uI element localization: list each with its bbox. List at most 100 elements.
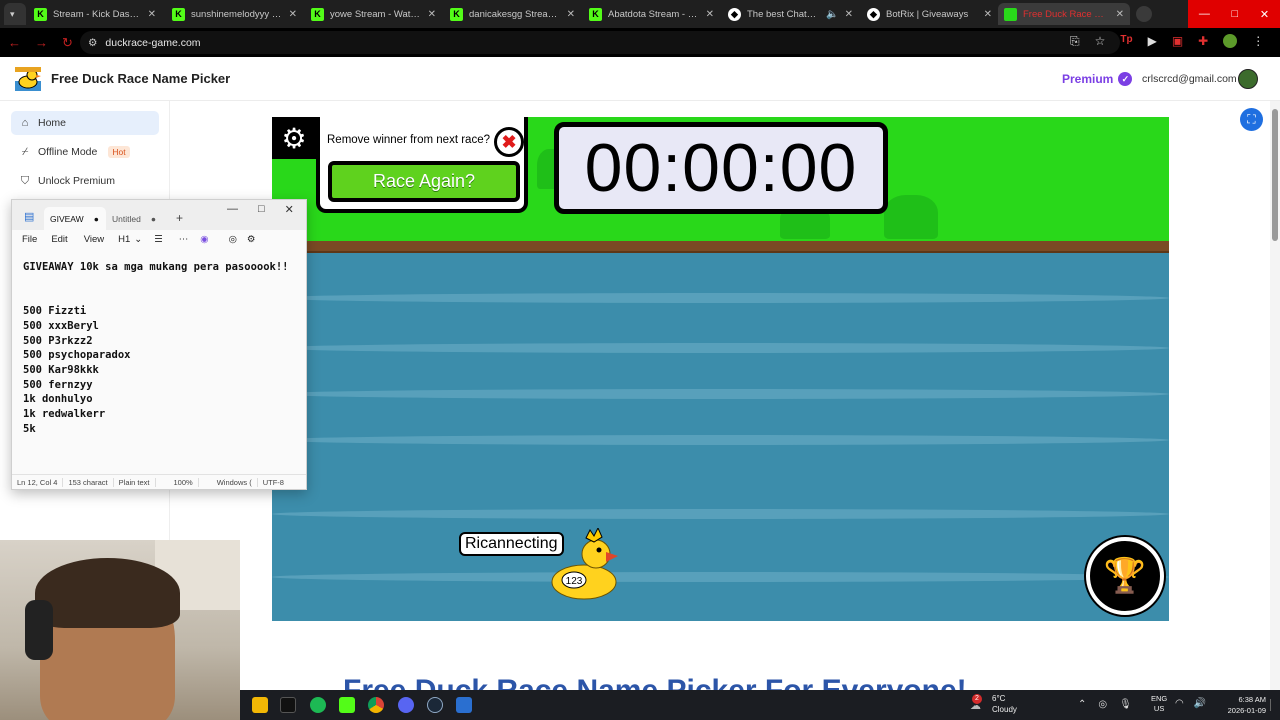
chrome-icon[interactable] bbox=[368, 697, 384, 713]
tab-kick-dashboard[interactable]: K Stream - Kick Dashboard ✕ bbox=[28, 3, 162, 25]
kick-icon[interactable] bbox=[339, 697, 355, 713]
sidebar-item-unlock-premium[interactable]: ⛉ Unlock Premium bbox=[11, 169, 159, 193]
notepad-tab-title: Untitled bbox=[112, 213, 141, 224]
play-icon[interactable]: ▶ bbox=[1148, 34, 1157, 49]
close-icon[interactable]: ✕ bbox=[428, 9, 436, 20]
close-icon[interactable]: ✕ bbox=[984, 9, 992, 20]
notepad-tab-untitled[interactable]: Untitled ● bbox=[106, 207, 172, 230]
extension-puzzle-icon[interactable]: ✚ bbox=[1198, 34, 1208, 49]
chatbot-icon: ◆ bbox=[728, 7, 741, 21]
tab-actions-button[interactable]: ▾ bbox=[4, 3, 26, 25]
tab-chatbot[interactable]: ◆ The best ChatBot and 🔈 ✕ bbox=[722, 3, 859, 25]
extension-red-icon[interactable]: ▣ bbox=[1172, 34, 1183, 49]
water-wave bbox=[272, 435, 1169, 445]
tab-botrix[interactable]: ◆ BotRix | Giveaways ✕ bbox=[861, 3, 998, 25]
kick-icon: K bbox=[172, 7, 185, 21]
user-avatar[interactable] bbox=[1238, 69, 1258, 89]
discord-icon[interactable] bbox=[398, 697, 414, 713]
new-tab-button[interactable] bbox=[1136, 6, 1152, 22]
tab-title: yowe Stream - Watch Live bbox=[330, 8, 422, 20]
chevron-up-icon[interactable]: ⌃ bbox=[1078, 699, 1086, 710]
page-scrollbar[interactable] bbox=[1270, 101, 1280, 691]
unsaved-dot-icon[interactable]: ● bbox=[94, 214, 99, 224]
tab-duck-race[interactable]: Free Duck Race Name ✕ bbox=[998, 3, 1130, 25]
menu-edit[interactable]: Edit bbox=[51, 234, 67, 245]
tab-yowe[interactable]: K yowe Stream - Watch Live ✕ bbox=[305, 3, 442, 25]
address-bar[interactable]: ⚙ duckrace-game.com bbox=[80, 31, 1120, 54]
account-icon[interactable]: ◎ bbox=[229, 234, 237, 245]
close-icon[interactable]: ✕ bbox=[567, 9, 575, 20]
list-icon[interactable]: ☰ bbox=[154, 234, 163, 245]
settings-icon[interactable]: ⚙ bbox=[247, 234, 256, 245]
race-again-button[interactable]: Race Again? bbox=[328, 161, 520, 202]
weather-widget[interactable]: 2 ☁ 6°C Cloudy bbox=[970, 693, 1017, 715]
time: 6:38 AM bbox=[1238, 695, 1266, 704]
user-email[interactable]: crlscrcd@gmail.com bbox=[1142, 73, 1237, 85]
scrollbar-thumb[interactable] bbox=[1272, 109, 1278, 241]
new-tab-plus-icon[interactable]: + bbox=[176, 211, 183, 225]
network-icon[interactable]: ◎ bbox=[1098, 699, 1107, 710]
clock[interactable]: 6:38 AM 2026-01-09 bbox=[1208, 694, 1266, 716]
steam-icon[interactable] bbox=[427, 697, 443, 713]
extension-tp-icon[interactable]: Tp bbox=[1120, 34, 1132, 49]
tiktok-icon[interactable] bbox=[280, 697, 296, 713]
install-app-icon[interactable]: ⎘ bbox=[1070, 34, 1080, 49]
language-indicator[interactable]: ENG US bbox=[1151, 694, 1167, 714]
minimize-icon[interactable]: — bbox=[1199, 8, 1210, 20]
trophy-icon[interactable]: 🏆 bbox=[1086, 537, 1164, 615]
menu-icon[interactable]: ⋮ bbox=[1252, 34, 1264, 49]
file-explorer-icon[interactable] bbox=[252, 697, 268, 713]
quick-settings[interactable]: ◠ 🔊 bbox=[1175, 698, 1206, 709]
close-icon[interactable]: ✕ bbox=[845, 9, 853, 20]
copilot-icon[interactable]: ◉ bbox=[200, 234, 208, 245]
chevron-down-icon[interactable]: ⌄ bbox=[134, 234, 142, 245]
tab-abatdota[interactable]: K Abatdota Stream - Watch ✕ bbox=[583, 3, 720, 25]
heading-dropdown[interactable]: H1 bbox=[118, 234, 130, 245]
microphone-icon[interactable]: 🎙 bbox=[1119, 699, 1132, 710]
kick-icon: K bbox=[589, 7, 602, 21]
maximize-icon[interactable]: □ bbox=[258, 203, 265, 216]
notepad-text-area[interactable]: GIVEAWAY 10k sa mga mukang pera pasooook… bbox=[23, 260, 289, 436]
weather-condition: Cloudy bbox=[992, 705, 1017, 714]
site-title[interactable]: Free Duck Race Name Picker bbox=[51, 71, 230, 86]
back-icon[interactable]: ← bbox=[8, 35, 21, 51]
headset bbox=[25, 600, 53, 660]
bookmark-star-icon[interactable]: ☆ bbox=[1095, 34, 1106, 49]
tab-danicakesgg[interactable]: K danicakesgg Stream - We ✕ bbox=[444, 3, 581, 25]
forward-icon[interactable]: → bbox=[35, 35, 48, 51]
kick-icon: K bbox=[311, 7, 324, 21]
close-window-icon[interactable]: ✕ bbox=[1260, 8, 1269, 21]
close-icon[interactable]: ✕ bbox=[148, 9, 156, 20]
close-icon[interactable]: ✕ bbox=[285, 203, 294, 216]
spotify-icon[interactable] bbox=[310, 697, 326, 713]
show-desktop-button[interactable] bbox=[1270, 699, 1278, 711]
site-info-icon[interactable]: ⚙ bbox=[88, 37, 97, 49]
premium-link[interactable]: Premium ✓ bbox=[1062, 72, 1133, 86]
minimize-icon[interactable]: — bbox=[227, 203, 238, 216]
menu-view[interactable]: View bbox=[84, 234, 104, 245]
river-bank bbox=[272, 241, 1169, 253]
kick-icon: K bbox=[34, 7, 47, 21]
more-icon[interactable]: ⋯ bbox=[179, 234, 189, 245]
reload-icon[interactable]: ↻ bbox=[62, 35, 73, 51]
close-icon[interactable]: ✕ bbox=[1116, 9, 1124, 20]
settings-gear-icon[interactable]: ⚙ bbox=[272, 117, 316, 159]
duck-race-game[interactable]: ⚙ Remove winner from next race? ✖ Race A… bbox=[272, 117, 1169, 621]
maximize-icon[interactable]: □ bbox=[1232, 8, 1239, 20]
close-icon[interactable]: ✕ bbox=[706, 9, 714, 20]
notepad-window[interactable]: ▤ GIVEAW ● Untitled ● + — □ ✕ File Edit … bbox=[11, 199, 307, 490]
notepad-tab-giveaw[interactable]: GIVEAW ● bbox=[44, 207, 106, 230]
duck-logo-icon[interactable] bbox=[15, 67, 41, 91]
notepad-taskbar-icon[interactable] bbox=[456, 697, 472, 713]
menu-file[interactable]: File bbox=[22, 234, 37, 245]
sidebar-item-home[interactable]: ⌂ Home bbox=[11, 111, 159, 135]
fullscreen-icon[interactable]: ⛶ bbox=[1240, 108, 1263, 131]
speaker-icon[interactable]: 🔈 bbox=[826, 9, 838, 20]
sidebar-item-offline-mode[interactable]: ⌿ Offline Mode Hot bbox=[11, 140, 159, 164]
profile-icon[interactable] bbox=[1223, 34, 1238, 48]
notepad-line: GIVEAWAY 10k sa mga mukang pera pasooook… bbox=[23, 261, 289, 273]
unsaved-dot-icon[interactable]: ● bbox=[151, 214, 156, 224]
remove-winner-close-icon[interactable]: ✖ bbox=[494, 127, 524, 157]
close-icon[interactable]: ✕ bbox=[289, 9, 297, 20]
tab-sunshinemelodyyy[interactable]: K sunshinemelodyyy Stream ✕ bbox=[166, 3, 303, 25]
